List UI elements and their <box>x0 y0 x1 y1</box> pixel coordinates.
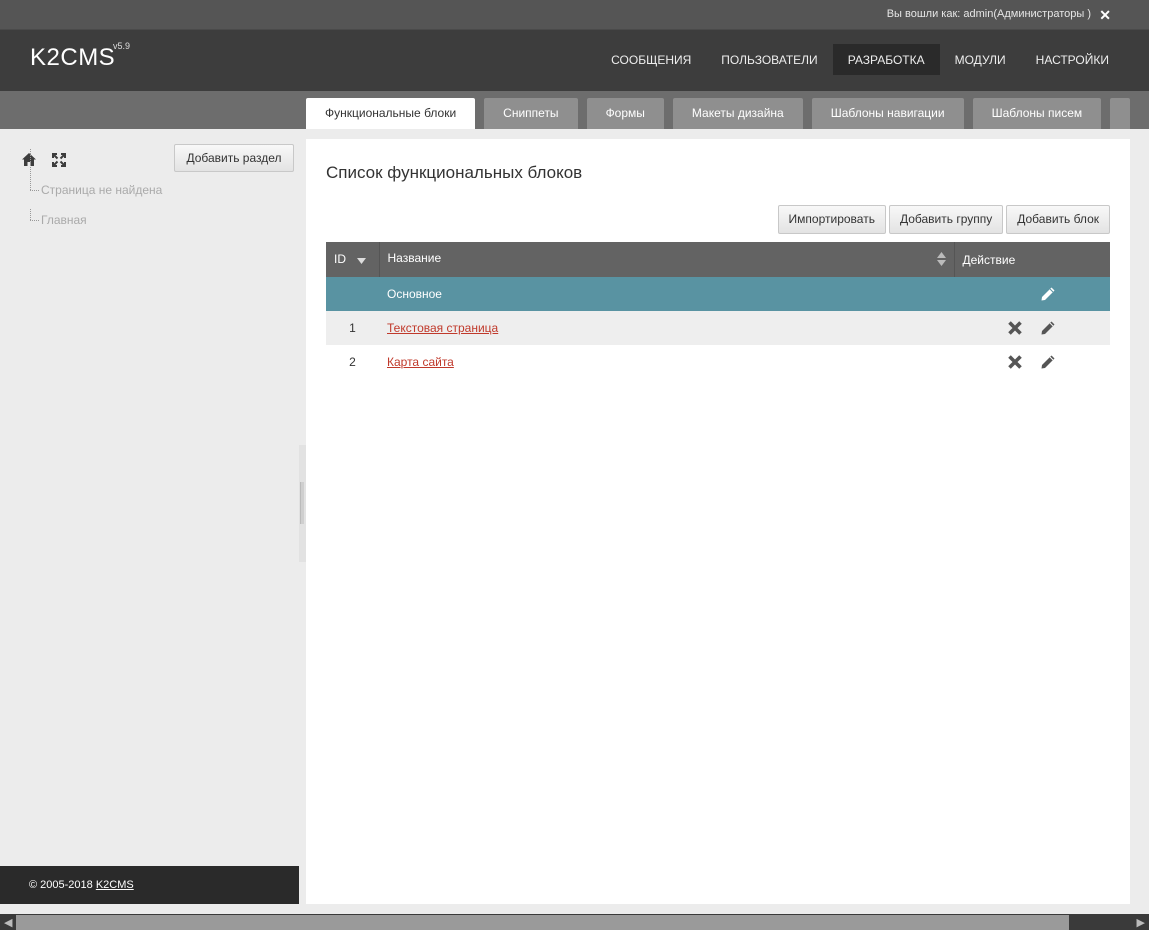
nav-item-development[interactable]: РАЗРАБОТКА <box>832 44 940 75</box>
tab-snippets[interactable]: Сниппеты <box>484 98 578 129</box>
scroll-left-icon[interactable]: ◀ <box>4 916 12 929</box>
column-header-id[interactable]: ID <box>326 242 380 277</box>
scrollbar-thumb[interactable] <box>16 915 1069 930</box>
group-name: Основное <box>379 277 954 311</box>
column-header-action: Действие <box>954 242 1110 277</box>
horizontal-scrollbar[interactable]: ◀ ▶ <box>0 914 1149 930</box>
expand-icon[interactable] <box>50 151 68 169</box>
tree-item-home[interactable]: Главная <box>30 209 162 239</box>
main-nav: СООБЩЕНИЯ ПОЛЬЗОВАТЕЛИ РАЗРАБОТКА МОДУЛИ… <box>596 44 1124 75</box>
table-row: 1 Текстовая страница <box>326 311 1110 345</box>
add-group-button[interactable]: Добавить группу <box>888 205 1004 234</box>
version-label: v5.9 <box>113 41 131 51</box>
import-button[interactable]: Импортировать <box>777 205 886 234</box>
close-icon[interactable]: ✕ <box>1099 6 1111 24</box>
sort-icon <box>936 251 946 269</box>
column-header-name[interactable]: Название <box>379 242 955 277</box>
nav-item-messages[interactable]: СООБЩЕНИЯ <box>596 44 706 75</box>
edit-icon[interactable] <box>1039 353 1057 371</box>
table-row: 2 Карта сайта <box>326 345 1110 379</box>
tab-design-layouts[interactable]: Макеты дизайна <box>672 98 803 129</box>
page-title: Список функциональных блоков <box>326 163 583 182</box>
row-name-link[interactable]: Карта сайта <box>387 355 454 369</box>
edit-icon[interactable] <box>1039 285 1057 303</box>
resize-grip[interactable] <box>300 482 304 524</box>
nav-item-settings[interactable]: НАСТРОЙКИ <box>1021 44 1124 75</box>
add-section-button[interactable]: Добавить раздел <box>174 144 294 172</box>
tab-more[interactable] <box>1110 98 1131 129</box>
sort-desc-icon <box>357 253 367 267</box>
header: K2CMS v5.9 СООБЩЕНИЯ ПОЛЬЗОВАТЕЛИ РАЗРАБ… <box>0 30 1149 91</box>
login-status: Вы вошли как: admin(Администраторы ) <box>886 8 1091 20</box>
tabs-bar: Функциональные блоки Сниппеты Формы Маке… <box>0 91 1149 129</box>
scroll-right-icon[interactable]: ▶ <box>1137 916 1145 929</box>
sidebar-resize-handle[interactable] <box>299 445 306 562</box>
tab-forms[interactable]: Формы <box>586 98 664 129</box>
toolbar: Импортировать Добавить группу Добавить б… <box>775 205 1110 234</box>
main-panel: Список функциональных блоков Импортирова… <box>306 139 1130 904</box>
top-bar: Вы вошли как: admin(Администраторы ) ✕ <box>0 0 1149 30</box>
row-id: 2 <box>349 355 356 369</box>
group-row: Основное <box>326 277 1110 311</box>
logo[interactable]: K2CMS <box>30 44 115 72</box>
nav-item-users[interactable]: ПОЛЬЗОВАТЕЛИ <box>706 44 832 75</box>
row-name-link[interactable]: Текстовая страница <box>387 321 498 335</box>
delete-icon[interactable] <box>1006 353 1024 371</box>
footer-link[interactable]: K2CMS <box>96 879 134 891</box>
tab-functional-blocks[interactable]: Функциональные блоки <box>306 98 476 129</box>
tree-item-not-found[interactable]: Страница не найдена <box>30 149 162 209</box>
nav-item-modules[interactable]: МОДУЛИ <box>940 44 1021 75</box>
footer: © 2005-2018 K2CMS <box>0 866 299 904</box>
home-icon[interactable] <box>20 151 38 169</box>
copyright: © 2005-2018 K2CMS <box>29 879 134 891</box>
site-tree: Страница не найдена Главная <box>30 149 162 239</box>
row-id: 1 <box>326 311 379 345</box>
blocks-table: ID Название Действие Основное 1 Текстова… <box>326 242 1110 379</box>
delete-icon[interactable] <box>1006 319 1024 337</box>
tab-navigation-templates[interactable]: Шаблоны навигации <box>811 98 964 129</box>
tab-email-templates[interactable]: Шаблоны писем <box>972 98 1102 129</box>
edit-icon[interactable] <box>1039 319 1057 337</box>
add-block-button[interactable]: Добавить блок <box>1006 205 1110 234</box>
sidebar: Добавить раздел Страница не найдена Глав… <box>0 129 299 866</box>
